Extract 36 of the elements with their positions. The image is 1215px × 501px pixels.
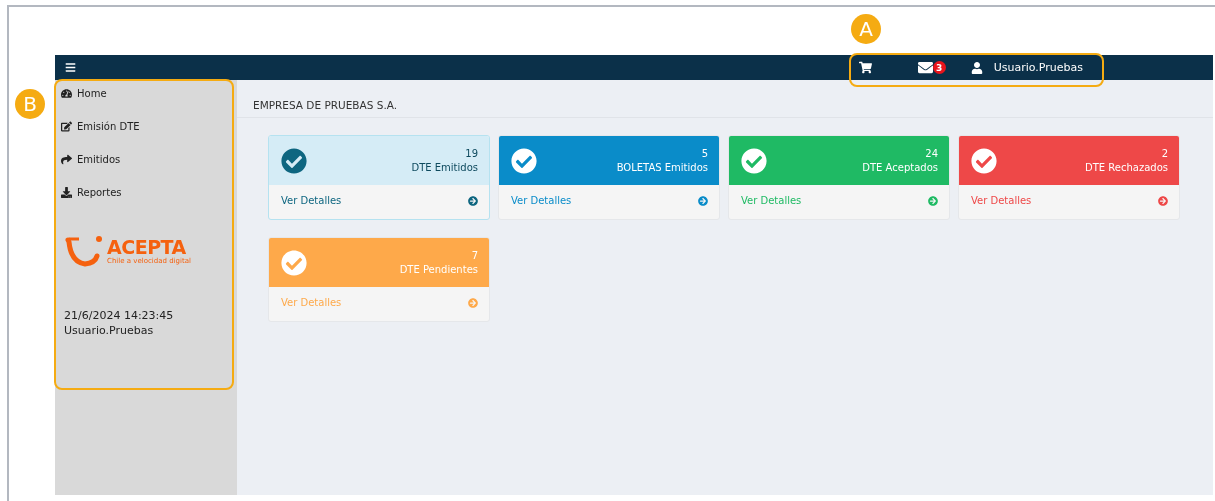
user-menu[interactable]: Usuario.Pruebas xyxy=(970,61,1083,74)
card-label: DTE Rechazados xyxy=(1085,162,1168,173)
check-circle-icon xyxy=(511,147,537,174)
card-count: 2 xyxy=(1161,148,1168,159)
nav-item[interactable]: Emisión DTE xyxy=(61,121,237,154)
callout-marker: A xyxy=(851,14,881,44)
nav-item[interactable]: Home xyxy=(61,88,237,121)
cart-icon[interactable] xyxy=(858,61,872,74)
session-user: Usuario.Pruebas xyxy=(64,323,155,338)
menu-icon[interactable] xyxy=(65,62,76,73)
card-count: 19 xyxy=(465,148,478,159)
details-link[interactable]: Ver Detalles xyxy=(499,185,719,219)
card-label: BOLETAS Emitidos xyxy=(616,162,708,173)
card-count: 5 xyxy=(701,148,708,159)
edit-icon xyxy=(61,121,72,132)
company-title: EMPRESA DE PRUEBAS S.A. xyxy=(253,99,398,111)
download-icon xyxy=(61,187,72,198)
check-circle-icon xyxy=(281,249,307,276)
check-circle-icon xyxy=(741,147,767,174)
card-count: 7 xyxy=(471,250,478,261)
details-link[interactable]: Ver Detalles xyxy=(959,185,1179,219)
callout-marker: B xyxy=(15,89,45,119)
notification-badge: 3 xyxy=(932,61,946,74)
details-link[interactable]: Ver Detalles xyxy=(269,185,489,219)
check-circle-icon xyxy=(971,147,997,174)
card-label: DTE Pendientes xyxy=(399,264,478,275)
user-icon xyxy=(970,61,983,74)
speedometer-icon xyxy=(61,88,72,99)
card-label: DTE Emitidos xyxy=(411,162,478,173)
nav-item[interactable]: Emitidos xyxy=(61,154,237,187)
mail-icon[interactable] xyxy=(917,60,933,75)
card-label: DTE Aceptados xyxy=(862,162,938,173)
share-arrow-icon xyxy=(61,154,72,165)
session-datetime: 21/6/2024 14:23:45 xyxy=(64,308,175,323)
card-count: 24 xyxy=(925,148,938,159)
nav-item[interactable]: Reportes xyxy=(61,187,237,220)
